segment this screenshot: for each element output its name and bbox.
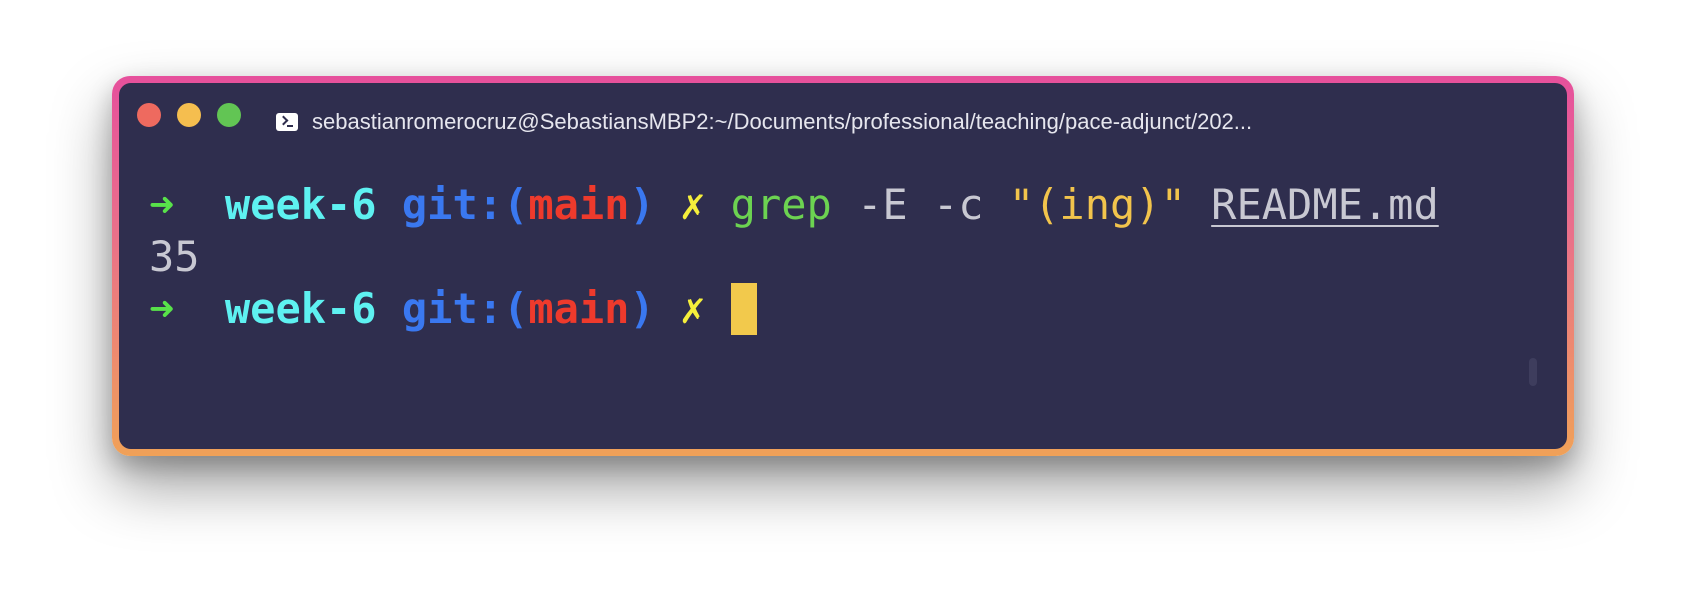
- prompt-arrow-icon: ➜: [149, 284, 175, 333]
- dirty-mark-icon: ✗: [680, 180, 706, 229]
- minimize-button[interactable]: [177, 103, 201, 127]
- terminal-content[interactable]: ➜ week-6 git:(main) ✗ grep -E -c "(ing)"…: [149, 179, 1439, 335]
- terminal-window-frame: sebastianromerocruz@SebastiansMBP2:~/Doc…: [112, 76, 1574, 456]
- terminal-icon: [276, 113, 298, 131]
- dirty-mark-icon: ✗: [680, 284, 706, 333]
- git-label-close: ): [629, 284, 655, 333]
- git-label-close: ): [629, 180, 655, 229]
- terminal-window: sebastianromerocruz@SebastiansMBP2:~/Doc…: [119, 83, 1567, 449]
- prompt-line-1: ➜ week-6 git:(main) ✗ grep -E -c "(ing)"…: [149, 179, 1439, 231]
- scrollbar-thumb[interactable]: [1529, 358, 1537, 386]
- output-line: 35: [149, 231, 1439, 283]
- git-branch: main: [528, 284, 630, 333]
- prompt-line-2: ➜ week-6 git:(main) ✗: [149, 283, 1439, 335]
- prompt-directory: week-6: [224, 180, 377, 229]
- prompt-arrow-icon: ➜: [149, 180, 175, 229]
- window-title: sebastianromerocruz@SebastiansMBP2:~/Doc…: [312, 109, 1253, 134]
- title-bar: sebastianromerocruz@SebastiansMBP2:~/Doc…: [276, 107, 1252, 137]
- command-output: 35: [149, 232, 200, 281]
- prompt-directory: week-6: [224, 284, 377, 333]
- git-branch: main: [528, 180, 630, 229]
- git-label: git:(: [401, 180, 529, 229]
- close-button[interactable]: [137, 103, 161, 127]
- command-pattern: "(ing)": [1008, 180, 1186, 229]
- command-name: grep: [730, 180, 832, 229]
- zoom-button[interactable]: [217, 103, 241, 127]
- screenshot-stage: sebastianromerocruz@SebastiansMBP2:~/Doc…: [0, 0, 1686, 604]
- command-flags: -E -c: [857, 180, 984, 229]
- command-file-argument[interactable]: README.md: [1211, 179, 1439, 231]
- git-label: git:(: [401, 284, 529, 333]
- text-cursor[interactable]: [730, 283, 757, 335]
